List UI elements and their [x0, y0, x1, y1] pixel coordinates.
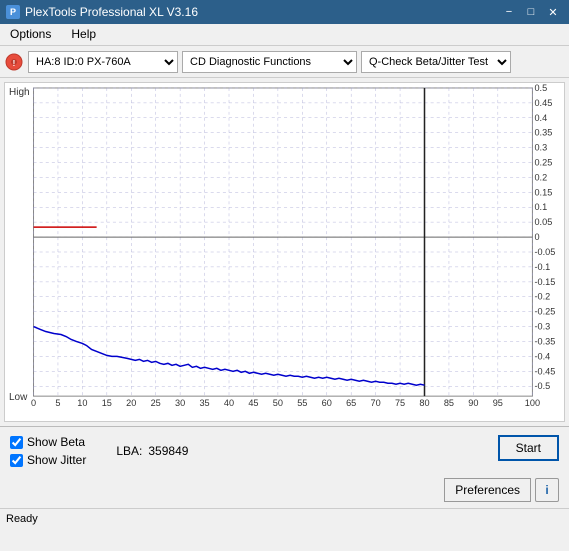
title-bar: P PlexTools Professional XL V3.16 − □ ✕ — [0, 0, 569, 24]
svg-text:0.3: 0.3 — [534, 143, 547, 153]
svg-text:-0.4: -0.4 — [534, 351, 550, 361]
svg-text:0.45: 0.45 — [534, 98, 552, 108]
svg-text:15: 15 — [102, 398, 112, 408]
svg-text:30: 30 — [175, 398, 185, 408]
info-button[interactable]: i — [535, 478, 559, 502]
svg-text:-0.05: -0.05 — [534, 247, 555, 257]
function-select[interactable]: CD Diagnostic Functions — [182, 51, 357, 73]
maximize-button[interactable]: □ — [521, 4, 541, 20]
title-bar-controls: − □ ✕ — [499, 4, 563, 20]
chart-area: High Low — [4, 82, 565, 422]
svg-text:45: 45 — [248, 398, 258, 408]
prefs-info-row: Preferences i — [444, 478, 559, 502]
status-bar: Ready — [0, 508, 569, 528]
chart-svg: 0.5 0.45 0.4 0.35 0.3 0.25 0.2 0.15 0.1 … — [5, 83, 564, 421]
device-icon: ! — [4, 52, 24, 72]
svg-text:60: 60 — [322, 398, 332, 408]
show-beta-item: Show Beta — [10, 435, 86, 449]
start-button[interactable]: Start — [498, 435, 559, 461]
svg-text:75: 75 — [395, 398, 405, 408]
lba-col: LBA: 359849 — [116, 444, 188, 458]
close-button[interactable]: ✕ — [543, 4, 563, 20]
status-text: Ready — [6, 513, 38, 525]
svg-text:100: 100 — [525, 398, 540, 408]
chart-label-low: Low — [9, 392, 27, 403]
svg-text:0.35: 0.35 — [534, 128, 552, 138]
svg-text:35: 35 — [199, 398, 209, 408]
preferences-button[interactable]: Preferences — [444, 478, 531, 502]
svg-text:20: 20 — [126, 398, 136, 408]
svg-text:95: 95 — [493, 398, 503, 408]
svg-text:5: 5 — [55, 398, 60, 408]
svg-text:80: 80 — [419, 398, 429, 408]
svg-text:0.25: 0.25 — [534, 158, 552, 168]
svg-text:!: ! — [13, 59, 16, 68]
svg-text:-0.5: -0.5 — [534, 381, 550, 391]
svg-text:-0.3: -0.3 — [534, 322, 550, 332]
svg-text:90: 90 — [468, 398, 478, 408]
start-button-container: Start — [498, 435, 559, 461]
svg-text:0.4: 0.4 — [534, 113, 547, 123]
test-select[interactable]: Q-Check Beta/Jitter Test — [361, 51, 511, 73]
show-jitter-checkbox[interactable] — [10, 454, 23, 467]
svg-text:-0.35: -0.35 — [534, 337, 555, 347]
svg-text:0.05: 0.05 — [534, 217, 552, 227]
svg-text:0.5: 0.5 — [534, 83, 547, 93]
title-bar-left: P PlexTools Professional XL V3.16 — [6, 5, 198, 19]
minimize-button[interactable]: − — [499, 4, 519, 20]
show-jitter-item: Show Jitter — [10, 453, 86, 467]
svg-text:-0.25: -0.25 — [534, 307, 555, 317]
svg-text:0.2: 0.2 — [534, 173, 547, 183]
app-title: PlexTools Professional XL V3.16 — [25, 5, 198, 19]
svg-text:65: 65 — [346, 398, 356, 408]
show-beta-checkbox[interactable] — [10, 436, 23, 449]
svg-text:0: 0 — [31, 398, 36, 408]
svg-text:-0.2: -0.2 — [534, 292, 550, 302]
app-icon: P — [6, 5, 20, 19]
svg-text:-0.1: -0.1 — [534, 262, 550, 272]
svg-text:40: 40 — [224, 398, 234, 408]
toolbar: ! HA:8 ID:0 PX-760A CD Diagnostic Functi… — [0, 46, 569, 78]
svg-text:-0.15: -0.15 — [534, 277, 555, 287]
svg-text:-0.45: -0.45 — [534, 366, 555, 376]
show-beta-label: Show Beta — [27, 435, 85, 449]
svg-text:0: 0 — [534, 232, 539, 242]
svg-text:85: 85 — [444, 398, 454, 408]
bottom-controls: Show Beta Show Jitter LBA: 359849 Start … — [0, 426, 569, 508]
svg-text:10: 10 — [77, 398, 87, 408]
menu-item-help[interactable]: Help — [65, 26, 102, 43]
svg-text:50: 50 — [273, 398, 283, 408]
svg-text:25: 25 — [151, 398, 161, 408]
svg-text:0.1: 0.1 — [534, 202, 547, 212]
device-select[interactable]: HA:8 ID:0 PX-760A — [28, 51, 178, 73]
lba-label: LBA: — [116, 444, 142, 458]
svg-text:70: 70 — [371, 398, 381, 408]
lba-value: 359849 — [148, 444, 188, 458]
chart-label-high: High — [9, 87, 30, 98]
menu-item-options[interactable]: Options — [4, 26, 57, 43]
check-lba-row: Show Beta Show Jitter LBA: 359849 — [0, 427, 569, 469]
checks-col: Show Beta Show Jitter — [10, 435, 86, 467]
svg-text:0.15: 0.15 — [534, 187, 552, 197]
show-jitter-label: Show Jitter — [27, 453, 86, 467]
menu-bar: Options Help — [0, 24, 569, 46]
svg-text:55: 55 — [297, 398, 307, 408]
